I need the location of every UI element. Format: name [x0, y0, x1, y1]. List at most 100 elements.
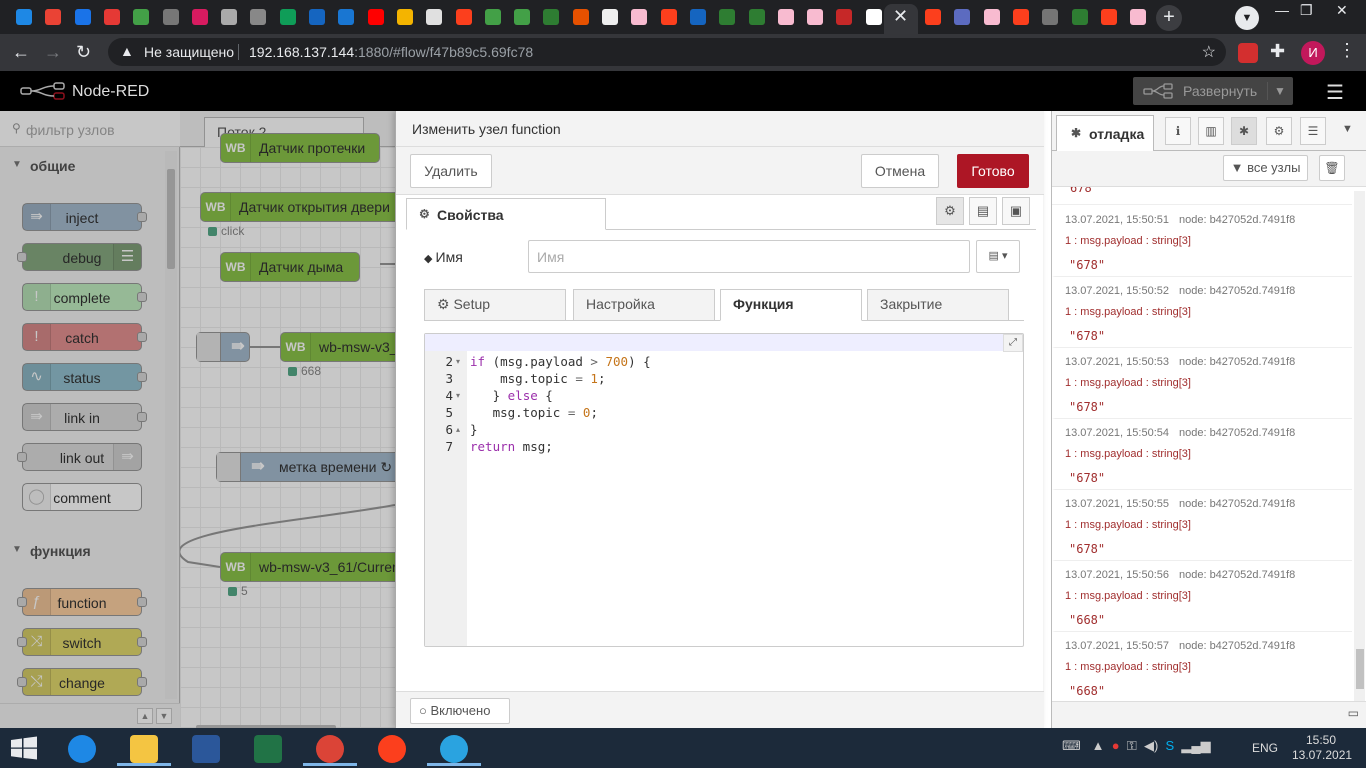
- tab-favicon-icon[interactable]: [572, 9, 589, 25]
- warning-icon[interactable]: ▲: [120, 43, 134, 59]
- deploy-menu-caret-icon[interactable]: ▼: [1267, 82, 1286, 100]
- network-icon[interactable]: ⚿: [1127, 738, 1137, 753]
- tab-favicon-icon[interactable]: [631, 9, 648, 25]
- close-tab-icon[interactable]: ✕: [893, 6, 908, 27]
- tab-favicon-icon[interactable]: [954, 9, 971, 25]
- message-value[interactable]: "678": [1069, 471, 1105, 485]
- tab-favicon-icon[interactable]: [74, 9, 91, 25]
- tab-favicon-icon[interactable]: [660, 9, 677, 25]
- config-tab-icon[interactable]: ⚙: [1266, 117, 1292, 145]
- bookmark-star-icon[interactable]: ☆: [1202, 42, 1216, 62]
- taskbar-internet-explorer-icon[interactable]: [55, 730, 109, 766]
- debug-message[interactable]: 13.07.2021, 15:50:53 node: b427052d.7491f…: [1052, 348, 1352, 419]
- enabled-toggle[interactable]: ○ Включено: [410, 698, 510, 724]
- tab-favicon-icon[interactable]: [279, 9, 296, 25]
- debug-messages[interactable]: 678 13.07.2021, 15:50:51 node: b427052d.7…: [1052, 187, 1352, 701]
- address-bar[interactable]: ▲ Не защищено 192.168.137.144:1880/#flow…: [108, 38, 1226, 66]
- tab-favicon-icon[interactable]: [1100, 9, 1117, 25]
- taskbar-yandex-browser-icon[interactable]: [365, 730, 419, 766]
- description-tab-icon[interactable]: ▤: [969, 197, 997, 225]
- message-node[interactable]: node: b427052d.7491f8: [1179, 498, 1295, 510]
- tab-favicon-icon[interactable]: [221, 9, 238, 25]
- editor-overlay[interactable]: [0, 111, 395, 728]
- main-menu-icon[interactable]: ☰: [1326, 80, 1344, 105]
- name-input[interactable]: [528, 240, 970, 273]
- tab-favicon-icon[interactable]: [689, 9, 706, 25]
- delete-button[interactable]: Удалить: [410, 154, 492, 188]
- tab-favicon-icon[interactable]: [103, 9, 120, 25]
- language-indicator[interactable]: ENG: [1252, 741, 1278, 755]
- tab-debug[interactable]: ✱ отладка: [1056, 115, 1154, 152]
- extensions-puzzle-icon[interactable]: ✚: [1270, 41, 1285, 62]
- code-line[interactable]: msg.topic = 0;: [470, 405, 598, 420]
- filter-nodes-button[interactable]: ▼ все узлы: [1223, 155, 1308, 181]
- debug-message[interactable]: 13.07.2021, 15:50:55 node: b427052d.7491f…: [1052, 490, 1352, 561]
- tab-favicon-icon[interactable]: [1042, 9, 1059, 25]
- reload-icon[interactable]: ↻: [76, 42, 91, 63]
- deploy-button[interactable]: Развернуть ▼: [1133, 77, 1293, 105]
- tab-favicon-icon[interactable]: [1071, 9, 1088, 25]
- cancel-button[interactable]: Отмена: [861, 154, 939, 188]
- tab-favicon-icon[interactable]: [543, 9, 560, 25]
- tab-favicon-icon[interactable]: [455, 9, 472, 25]
- taskbar-telegram-icon[interactable]: [427, 730, 481, 766]
- tab-favicon-icon[interactable]: [426, 9, 443, 25]
- browser-menu-icon[interactable]: ⋮: [1338, 40, 1356, 61]
- message-value[interactable]: "668": [1069, 613, 1105, 627]
- extension-icon[interactable]: [1238, 43, 1258, 63]
- icon-picker-button[interactable]: ▤ ▾: [976, 240, 1020, 273]
- url-text[interactable]: 192.168.137.144:1880/#flow/f47b89c5.69fc…: [249, 44, 533, 60]
- tab-function[interactable]: Функция: [720, 289, 862, 321]
- minimize-icon[interactable]: —: [1275, 2, 1289, 18]
- message-value[interactable]: "678": [1069, 329, 1105, 343]
- code-editor[interactable]: 12▾34▾56▴7 if (msg.payload > 700) { msg.…: [424, 333, 1024, 647]
- tab-favicon-icon[interactable]: [865, 9, 882, 25]
- tab-favicon-icon[interactable]: [396, 9, 413, 25]
- code-line[interactable]: } else {: [470, 388, 553, 403]
- tray-overflow-icon[interactable]: ▲: [1092, 738, 1105, 753]
- tab-favicon-icon[interactable]: [162, 9, 179, 25]
- help-tab-icon[interactable]: ▥: [1198, 117, 1224, 145]
- tab-favicon-icon[interactable]: [514, 9, 531, 25]
- context-tab-icon[interactable]: ☰: [1300, 117, 1326, 145]
- windows-start-icon[interactable]: [10, 736, 38, 760]
- debug-message[interactable]: 13.07.2021, 15:50:52 node: b427052d.7491f…: [1052, 277, 1352, 348]
- message-node[interactable]: node: b427052d.7491f8: [1179, 569, 1295, 581]
- tab-favicon-icon[interactable]: [836, 9, 853, 25]
- tab-favicon-icon[interactable]: [367, 9, 384, 25]
- debug-tab-icon[interactable]: ✱: [1231, 117, 1257, 145]
- tab-favicon-icon[interactable]: [191, 9, 208, 25]
- forward-icon[interactable]: →: [44, 42, 62, 63]
- tab-favicon-icon[interactable]: [250, 9, 267, 25]
- tab-favicon-icon[interactable]: [338, 9, 355, 25]
- message-node[interactable]: node: b427052d.7491f8: [1179, 427, 1295, 439]
- clock[interactable]: 15:50 13.07.2021: [1292, 733, 1352, 763]
- fold-marker-icon[interactable]: ▴: [456, 425, 460, 434]
- clear-messages-icon[interactable]: 🗑: [1319, 155, 1345, 181]
- debug-message[interactable]: 13.07.2021, 15:50:54 node: b427052d.7491f…: [1052, 419, 1352, 490]
- tab-favicon-icon[interactable]: [45, 9, 62, 25]
- tab-favicon-icon[interactable]: [309, 9, 325, 25]
- tab-close[interactable]: Закрытие: [867, 289, 1009, 321]
- code-line[interactable]: msg.topic = 1;: [470, 371, 605, 386]
- sidebar-toggle-icon[interactable]: ▭: [1348, 706, 1359, 720]
- message-value[interactable]: "678": [1069, 258, 1105, 272]
- message-value[interactable]: "678": [1069, 542, 1105, 556]
- window-close-icon[interactable]: ✕: [1336, 2, 1348, 19]
- back-icon[interactable]: ←: [12, 42, 30, 63]
- tab-search-button[interactable]: ▼: [1235, 6, 1259, 30]
- appearance-tab-icon[interactable]: ▣: [1002, 197, 1030, 225]
- keyboard-icon[interactable]: ⌨: [1062, 738, 1081, 753]
- tab-favicon-icon[interactable]: [777, 9, 794, 25]
- fold-marker-icon[interactable]: ▾: [456, 391, 460, 400]
- tab-favicon-icon[interactable]: [1130, 9, 1147, 25]
- volume-icon[interactable]: ◀): [1144, 738, 1158, 753]
- sidebar-menu-caret-icon[interactable]: ▼: [1342, 123, 1353, 135]
- taskbar-file-explorer-icon[interactable]: [117, 730, 171, 766]
- tab-favicon-icon[interactable]: [484, 9, 501, 25]
- sidebar-scroll-thumb[interactable]: [1356, 649, 1364, 689]
- tab-setup[interactable]: ⚙ Setup: [424, 289, 566, 321]
- debug-message[interactable]: 13.07.2021, 15:50:56 node: b427052d.7491f…: [1052, 561, 1352, 632]
- fold-marker-icon[interactable]: ▾: [456, 357, 460, 366]
- profile-avatar[interactable]: И: [1301, 41, 1325, 65]
